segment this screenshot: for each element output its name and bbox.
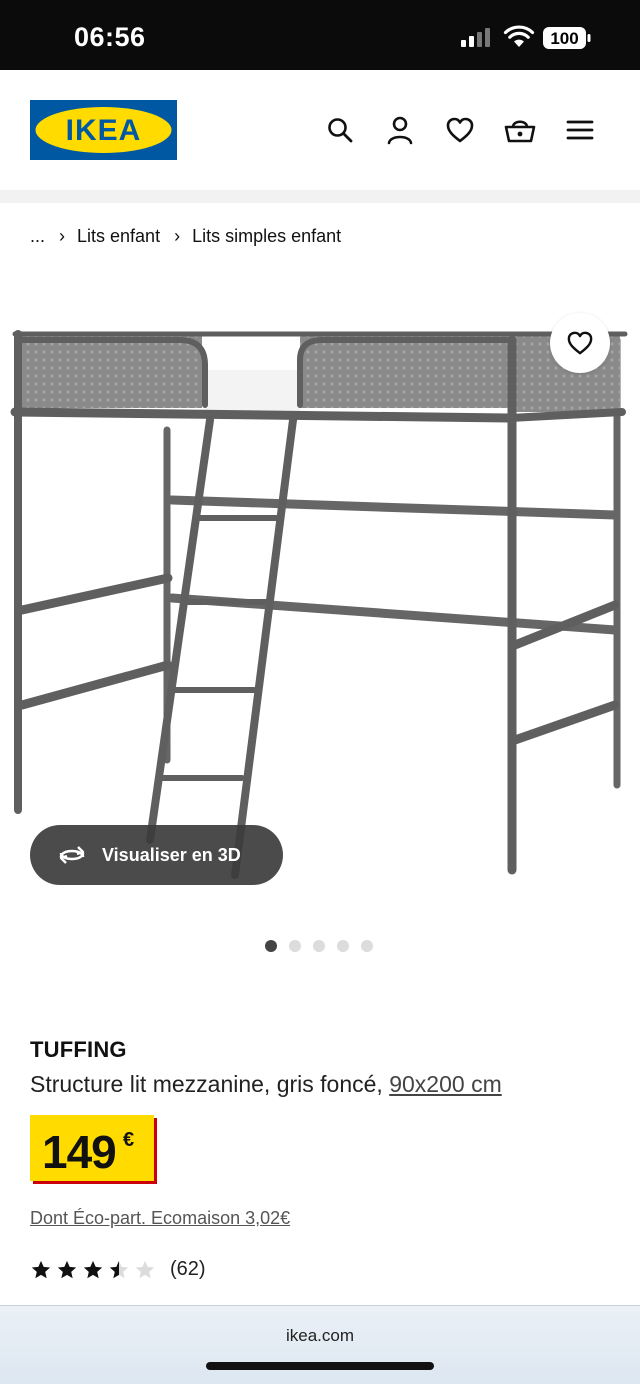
breadcrumb-item-lits-enfant[interactable]: Lits enfant [77, 226, 160, 247]
rating[interactable]: (62) [30, 1258, 206, 1281]
breadcrumb-ellipsis[interactable]: ... [30, 226, 45, 247]
header-divider [0, 190, 640, 203]
carousel-dot[interactable] [361, 940, 373, 952]
view-in-3d-label: Visualiser en 3D [102, 844, 241, 865]
site-header: IKEA [0, 70, 640, 190]
rating-count: (62) [170, 1258, 206, 1280]
status-bar: 06:56 100 [0, 0, 640, 70]
breadcrumb-item-lits-simples-enfant[interactable]: Lits simples enfant [192, 226, 341, 247]
price-currency: € [123, 1129, 135, 1151]
star-full-icon [83, 1260, 103, 1278]
view-in-3d-button[interactable]: Visualiser en 3D [30, 825, 283, 885]
eco-participation-link[interactable]: Dont Éco-part. Ecomaison 3,02€ [30, 1208, 290, 1229]
home-indicator[interactable] [206, 1362, 434, 1370]
product-name: TUFFING [30, 1037, 127, 1062]
carousel-dot[interactable] [265, 940, 277, 952]
logo-text: IKEA [66, 114, 142, 147]
cellular-signal-icon [461, 28, 490, 47]
carousel-dot[interactable] [313, 940, 325, 952]
url-text[interactable]: ikea.com [0, 1326, 640, 1346]
image-carousel-dots [265, 940, 373, 952]
battery-level: 100 [550, 29, 578, 48]
add-to-wishlist-button[interactable] [550, 313, 610, 373]
star-full-icon [57, 1260, 77, 1278]
status-time: 06:56 [74, 22, 146, 52]
product-description-text: Structure lit mezzanine, gris foncé, [30, 1071, 383, 1097]
wifi-icon [503, 25, 535, 47]
price-value: 149 [42, 1126, 117, 1178]
chevron-right-icon: › [174, 225, 181, 246]
ikea-logo[interactable]: IKEA [30, 100, 177, 160]
search-icon[interactable] [324, 114, 356, 146]
heart-icon[interactable] [444, 114, 476, 146]
price-tag: 149 € [30, 1115, 157, 1185]
battery-icon: 100 [543, 27, 591, 49]
account-icon[interactable] [384, 114, 416, 146]
product-description: Structure lit mezzanine, gris foncé, 90x… [30, 1071, 502, 1098]
rotate-3d-icon [59, 846, 85, 864]
carousel-dot[interactable] [337, 940, 349, 952]
menu-icon[interactable] [564, 114, 596, 146]
breadcrumb: ... › Lits enfant › Lits simples enfant [30, 224, 341, 248]
product-image[interactable] [0, 300, 640, 910]
basket-icon[interactable] [504, 114, 536, 146]
star-half-icon [109, 1260, 129, 1278]
chevron-right-icon: › [59, 225, 66, 246]
browser-address-bar[interactable]: ikea.com [0, 1305, 640, 1384]
carousel-dot[interactable] [289, 940, 301, 952]
heart-icon [567, 331, 593, 355]
star-full-icon [31, 1260, 51, 1278]
product-size-link[interactable]: 90x200 cm [389, 1071, 502, 1097]
star-empty-icon [135, 1260, 155, 1278]
